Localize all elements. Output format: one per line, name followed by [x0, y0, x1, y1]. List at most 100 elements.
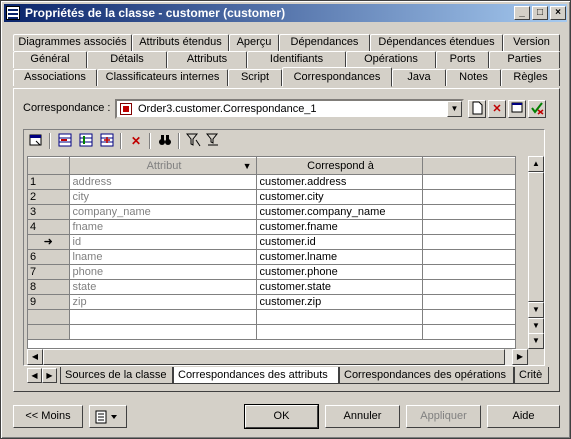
tab-identifiants[interactable]: Identifiants — [247, 51, 346, 68]
subtab-correspondances-attributs[interactable]: Correspondances des attributs — [173, 367, 339, 384]
table-row[interactable]: 2 city customer.city — [28, 189, 515, 205]
row-number[interactable] — [28, 309, 70, 325]
row-number[interactable]: 7 — [28, 264, 70, 280]
cell-correspond[interactable]: customer.city — [256, 189, 423, 205]
scroll-left-icon[interactable]: ◀ — [27, 349, 43, 365]
empty-row[interactable] — [28, 309, 515, 325]
cell-attribut[interactable]: zip — [69, 294, 257, 310]
tab-operations[interactable]: Opérations — [346, 51, 436, 68]
tab-notes[interactable]: Notes — [446, 69, 501, 86]
empty-cell[interactable] — [422, 309, 515, 325]
tab-attributs-etendus[interactable]: Attributs étendus — [132, 34, 229, 51]
minimize-button[interactable]: _ — [514, 6, 530, 20]
row-number[interactable]: 1 — [28, 174, 70, 190]
correspondance-select[interactable]: Order3.customer.Correspondance_1 ▼ — [115, 99, 464, 119]
tab-ports[interactable]: Ports — [436, 51, 489, 68]
row-number[interactable] — [28, 324, 70, 340]
cell-attribut[interactable]: fname — [69, 219, 257, 235]
table-row[interactable]: 6 lname customer.lname — [28, 249, 515, 265]
table-row[interactable]: 9 zip customer.zip — [28, 294, 515, 310]
cell-correspond[interactable]: customer.fname — [256, 219, 423, 235]
cell-attribut[interactable]: lname — [69, 249, 257, 265]
apply-button[interactable]: Appliquer — [406, 405, 481, 428]
chevron-down-icon[interactable]: ▼ — [447, 101, 462, 117]
empty-cell[interactable] — [256, 309, 423, 325]
cancel-button[interactable]: Annuler — [325, 405, 400, 428]
mapping-properties-button[interactable] — [508, 100, 526, 118]
table-row[interactable]: 4 fname customer.fname — [28, 219, 515, 235]
table-row[interactable]: 1 address customer.address — [28, 174, 515, 190]
tab-associations[interactable]: Associations — [13, 69, 97, 86]
subtab-criteres[interactable]: Critè — [514, 367, 549, 384]
scroll-right-icon[interactable]: ▶ — [512, 349, 528, 365]
find-icon[interactable] — [156, 132, 174, 150]
table-row[interactable]: ➜ id customer.id — [28, 234, 515, 250]
cell-correspond[interactable]: customer.state — [256, 279, 423, 295]
tab-version[interactable]: Version — [503, 34, 560, 51]
cell-correspond[interactable]: customer.company_name — [256, 204, 423, 220]
tab-java[interactable]: Java — [392, 69, 446, 86]
scroll-end-icon[interactable]: ▼ — [528, 318, 544, 334]
cell-correspond[interactable]: customer.zip — [256, 294, 423, 310]
tab-dependances-etendues[interactable]: Dépendances étendues — [370, 34, 503, 51]
close-button[interactable]: × — [550, 6, 566, 20]
hscroll-thumb[interactable] — [43, 349, 505, 365]
delete-mapping-button[interactable]: ✕ — [488, 100, 506, 118]
sort-down-icon[interactable]: ▼ — [243, 159, 252, 173]
subtab-correspondances-operations[interactable]: Correspondances des opérations — [339, 367, 514, 384]
cell-attribut[interactable]: id — [69, 234, 257, 250]
empty-cell[interactable] — [69, 309, 257, 325]
window-menu-icon[interactable] — [6, 6, 20, 20]
row-number[interactable]: 9 — [28, 294, 70, 310]
add-mapping-icon[interactable] — [98, 132, 116, 150]
cell-correspond[interactable]: customer.lname — [256, 249, 423, 265]
tab-apercu[interactable]: Aperçu — [229, 34, 279, 51]
subtab-next-icon[interactable]: ▶ — [42, 368, 57, 383]
menu-button[interactable] — [89, 405, 127, 428]
scroll-bottom-icon[interactable]: ▼ — [528, 333, 544, 349]
empty-cell[interactable] — [422, 324, 515, 340]
row-number[interactable]: 2 — [28, 189, 70, 205]
filter-icon[interactable] — [185, 132, 203, 150]
delete-row-icon[interactable]: ✕ — [127, 132, 145, 150]
table-row[interactable]: 3 company_name customer.company_name — [28, 204, 515, 220]
properties-tool-icon[interactable] — [27, 132, 45, 150]
current-row-arrow-icon[interactable]: ➜ — [28, 234, 70, 250]
cell-attribut[interactable]: company_name — [69, 204, 257, 220]
scroll-thumb[interactable] — [528, 172, 544, 302]
tab-classificateurs-internes[interactable]: Classificateurs internes — [97, 69, 228, 86]
column-header-correspond[interactable]: Correspond à — [256, 157, 423, 175]
help-button[interactable]: Aide — [487, 405, 560, 428]
empty-row[interactable] — [28, 324, 515, 340]
tab-diagrammes-associes[interactable]: Diagrammes associés — [13, 34, 132, 51]
insert-row-icon[interactable] — [77, 132, 95, 150]
subtab-sources[interactable]: Sources de la classe — [60, 367, 173, 384]
row-number[interactable]: 6 — [28, 249, 70, 265]
tab-general[interactable]: Général — [13, 51, 87, 68]
tab-parties[interactable]: Parties — [489, 51, 560, 68]
row-number[interactable]: 3 — [28, 204, 70, 220]
tab-regles[interactable]: Règles — [501, 69, 560, 86]
corner-header[interactable] — [28, 157, 70, 175]
mapping-grid[interactable]: Attribut ▼ Correspond à 1 address customer… — [27, 156, 516, 349]
tab-script[interactable]: Script — [228, 69, 282, 86]
scroll-up-icon[interactable]: ▲ — [528, 156, 544, 172]
column-header-attribut[interactable]: Attribut ▼ — [69, 157, 257, 175]
horizontal-scrollbar[interactable]: ◀ ▶ — [27, 349, 528, 365]
cell-correspond[interactable]: customer.phone — [256, 264, 423, 280]
tab-attributs[interactable]: Attributs — [167, 51, 247, 68]
check-mapping-button[interactable] — [528, 100, 546, 118]
cell-correspond[interactable]: customer.id — [256, 234, 423, 250]
maximize-button[interactable]: □ — [532, 6, 548, 20]
empty-cell[interactable] — [69, 324, 257, 340]
ok-button[interactable]: OK — [244, 404, 319, 429]
table-row[interactable]: 8 state customer.state — [28, 279, 515, 295]
empty-cell[interactable] — [256, 324, 423, 340]
less-button[interactable]: << Moins — [13, 405, 83, 428]
scroll-down-icon[interactable]: ▼ — [528, 302, 544, 318]
cell-attribut[interactable]: address — [69, 174, 257, 190]
add-row-icon[interactable] — [56, 132, 74, 150]
clear-filter-icon[interactable] — [205, 132, 223, 150]
tab-details[interactable]: Détails — [87, 51, 167, 68]
new-mapping-button[interactable] — [468, 100, 486, 118]
